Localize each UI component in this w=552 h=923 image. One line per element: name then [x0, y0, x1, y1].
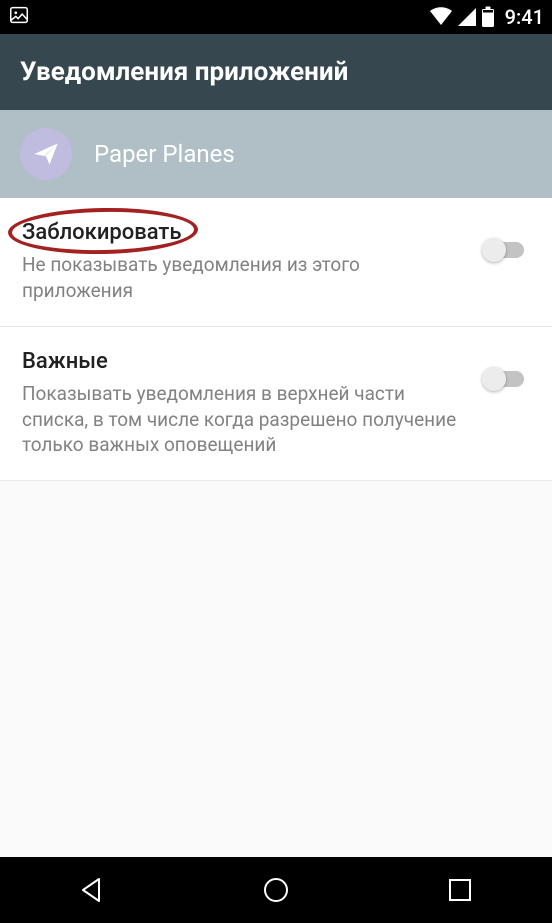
cellular-icon: [457, 7, 477, 27]
battery-icon: [481, 6, 495, 28]
setting-title: Заблокировать: [22, 220, 181, 245]
toggle-priority[interactable]: [482, 365, 532, 393]
app-name-label: Paper Planes: [94, 140, 235, 168]
app-icon: [20, 128, 72, 180]
toggle-block[interactable]: [482, 236, 532, 264]
image-icon: [8, 4, 30, 31]
clock: 9:41: [505, 5, 544, 29]
setting-title: Важные: [22, 349, 464, 375]
status-bar: 9:41: [0, 0, 552, 34]
navigation-bar: [0, 857, 552, 923]
wifi-icon: [429, 7, 453, 27]
setting-desc: Показывать уведомления в верхней части с…: [22, 381, 464, 458]
setting-block-notifications[interactable]: Заблокировать Не показывать уведомления …: [0, 198, 552, 327]
setting-priority-notifications[interactable]: Важные Показывать уведомления в верхней …: [0, 327, 552, 481]
setting-desc: Не показывать уведомления из этого прило…: [22, 252, 464, 303]
nav-recent-button[interactable]: [415, 865, 505, 915]
nav-home-button[interactable]: [231, 865, 321, 915]
title-bar: Уведомления приложений: [0, 34, 552, 110]
app-header: Paper Planes: [0, 110, 552, 198]
page-title: Уведомления приложений: [20, 57, 348, 87]
settings-list: Заблокировать Не показывать уведомления …: [0, 198, 552, 481]
nav-back-button[interactable]: [47, 865, 137, 915]
